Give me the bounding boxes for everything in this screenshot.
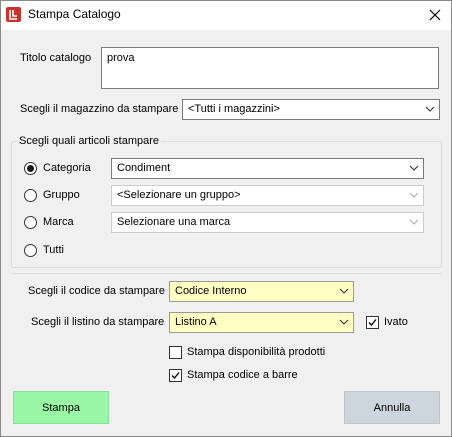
chevron-down-icon: [409, 219, 419, 225]
title-bar[interactable]: Stampa Catalogo: [1, 1, 451, 29]
window-title: Stampa Catalogo: [28, 7, 121, 21]
codice-value: Codice Interno: [175, 285, 247, 297]
close-icon: [429, 9, 441, 21]
close-button[interactable]: [419, 1, 451, 29]
listino-dropdown[interactable]: Listino A: [169, 312, 354, 333]
categoria-dropdown[interactable]: Condiment: [111, 158, 424, 179]
radio-tutti-label: Tutti: [43, 244, 64, 256]
checkmark-icon: [368, 319, 377, 326]
gruppo-value: <Selezionare un gruppo>: [117, 189, 241, 201]
codice-dropdown[interactable]: Codice Interno: [169, 281, 354, 302]
radio-marca[interactable]: [24, 216, 37, 229]
disponibilita-checkbox[interactable]: [169, 346, 182, 359]
radio-marca-label: Marca: [43, 216, 74, 228]
chevron-down-icon: [339, 319, 349, 325]
marca-dropdown[interactable]: Selezionare una marca: [111, 212, 424, 233]
radio-categoria-label: Categoria: [43, 162, 91, 174]
magazzino-dropdown[interactable]: <Tutti i magazzini>: [182, 99, 440, 120]
radio-gruppo-label: Gruppo: [43, 189, 80, 201]
app-logo-icon: [6, 7, 21, 22]
stampa-button[interactable]: Stampa: [13, 391, 109, 424]
radio-categoria[interactable]: [24, 162, 37, 175]
magazzino-label: Scegli il magazzino da stampare: [20, 103, 179, 115]
titolo-field[interactable]: prova: [101, 47, 439, 89]
chevron-down-icon: [339, 288, 349, 294]
listino-label: Scegli il listino da stampare: [31, 316, 165, 328]
chevron-down-icon: [425, 106, 435, 112]
divider: [11, 273, 442, 274]
checkmark-icon: [171, 372, 180, 379]
ivato-label: Ivato: [384, 316, 408, 328]
categoria-value: Condiment: [117, 162, 171, 174]
magazzino-value: <Tutti i magazzini>: [188, 103, 280, 115]
chevron-down-icon: [409, 165, 419, 171]
titolo-label: Titolo catalogo: [20, 52, 92, 64]
dialog-window: Stampa Catalogo Titolo catalogo prova Sc…: [0, 0, 452, 437]
chevron-down-icon: [409, 192, 419, 198]
codice-barre-checkbox[interactable]: [169, 369, 182, 382]
radio-tutti[interactable]: [24, 244, 37, 257]
codice-barre-label: Stampa codice a barre: [187, 369, 298, 381]
listino-value: Listino A: [175, 316, 217, 328]
radio-gruppo[interactable]: [24, 189, 37, 202]
disponibilita-label: Stampa disponibilità prodotti: [187, 346, 326, 358]
articoli-group-title: Scegli quali articoli stampare: [17, 135, 162, 147]
marca-value: Selezionare una marca: [117, 216, 231, 228]
annulla-button[interactable]: Annulla: [344, 391, 440, 424]
ivato-checkbox[interactable]: [366, 316, 379, 329]
gruppo-dropdown[interactable]: <Selezionare un gruppo>: [111, 185, 424, 206]
dialog-body: Titolo catalogo prova Scegli il magazzin…: [1, 30, 451, 436]
codice-label: Scegli il codice da stampare: [28, 285, 165, 297]
